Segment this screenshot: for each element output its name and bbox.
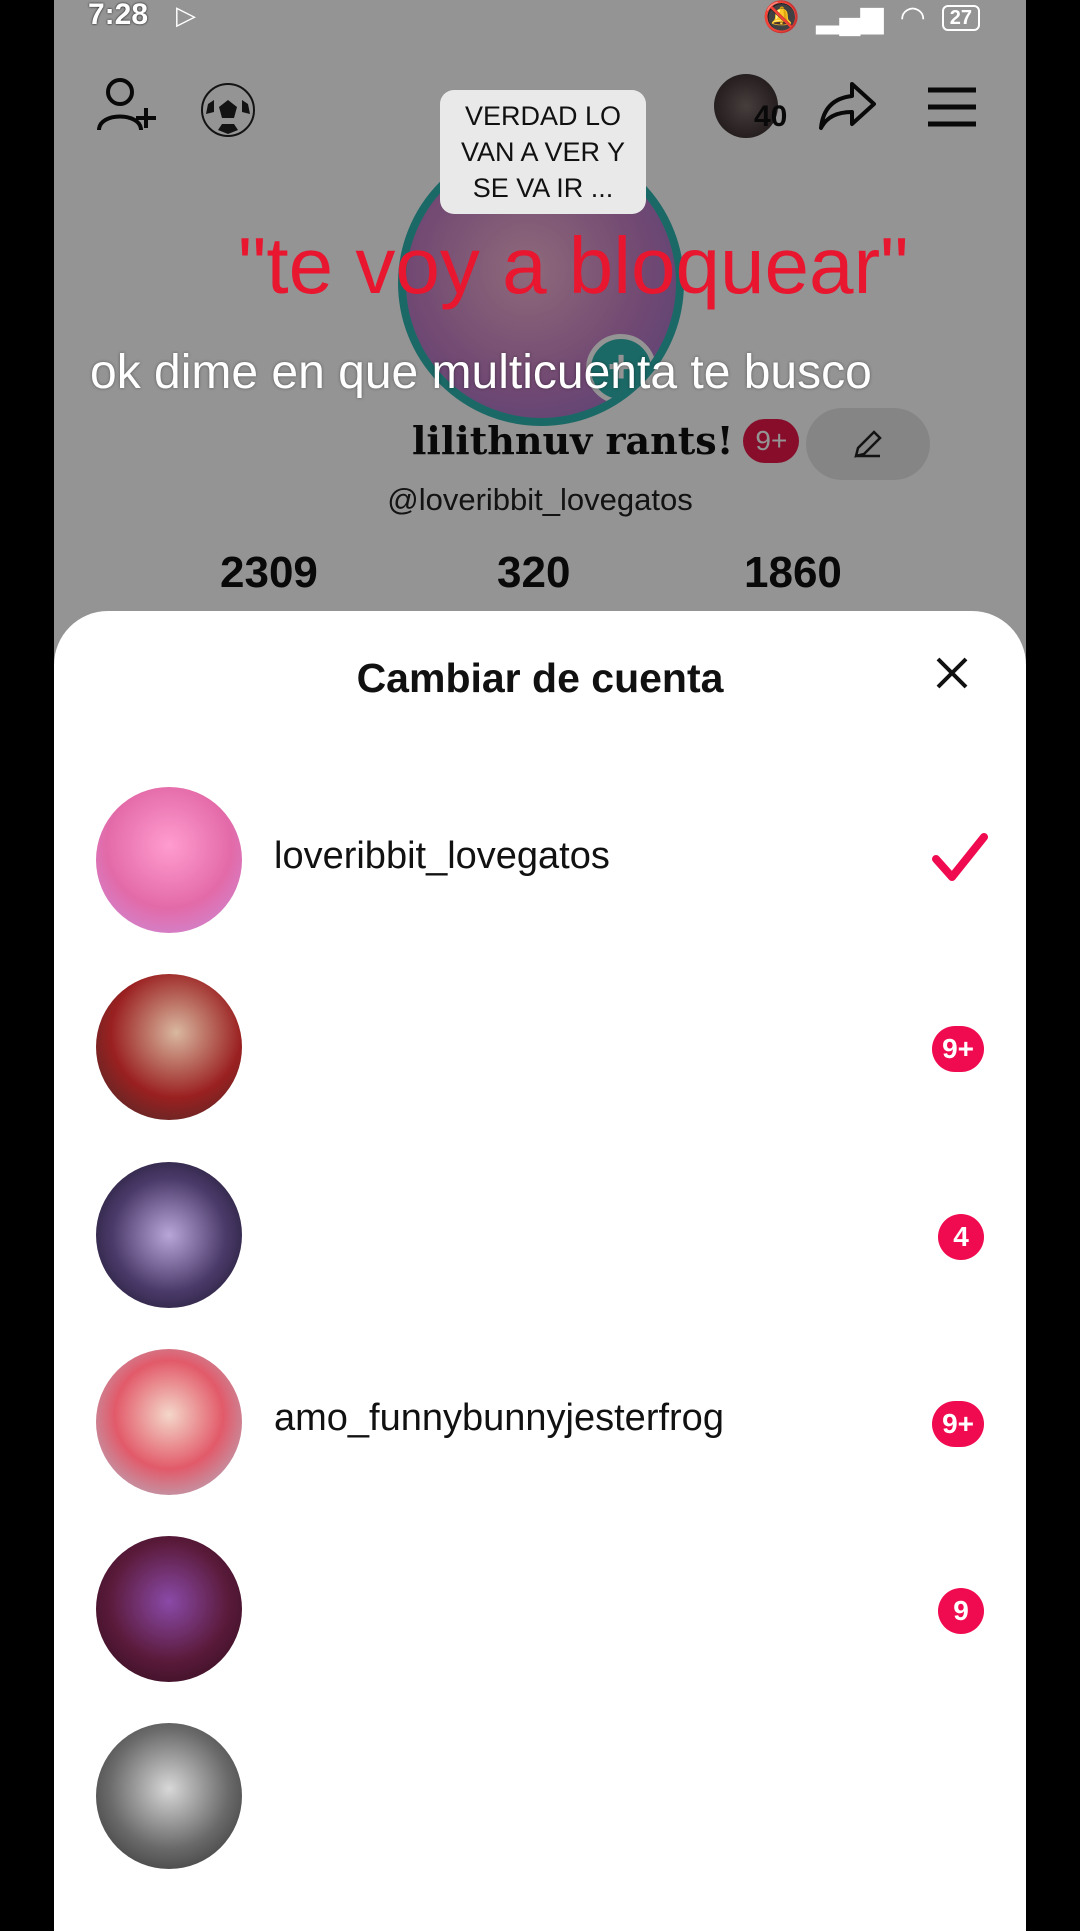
play-store-icon: ▷ [176,0,196,30]
wifi-icon: ◠ [899,1,926,34]
status-time: 7:28 [88,0,149,31]
notification-badge: 4 [938,1214,984,1260]
profile-note-text: VERDAD LO VAN A VER Y SE VA IR ... [460,101,626,203]
checkmark-icon [932,833,988,881]
close-icon[interactable] [932,653,972,693]
overlay-caption-red: "te voy a bloquear" [238,221,909,310]
account-username: loveribbit_lovegatos [274,835,610,877]
battery-indicator: 27 [941,4,980,31]
account-avatar [96,1723,242,1869]
account-row[interactable]: amo_funnybunnyjesterfrog 9+ [54,1349,1026,1497]
account-row[interactable] [54,1723,1026,1871]
account-row[interactable]: loveribbit_lovegatos [54,787,1026,935]
account-avatar [96,974,242,1120]
profile-note-bubble[interactable]: VERDAD LO VAN A VER Y SE VA IR ... [440,90,646,214]
overlay-caption-white: ok dime en que multicuenta te busco [90,346,872,399]
mute-icon: 🔕 [762,1,801,34]
account-avatar [96,1162,242,1308]
account-row[interactable]: 9 [54,1536,1026,1684]
notification-badge: 9 [938,1588,984,1634]
account-avatar [96,787,242,933]
account-row[interactable]: 4 [54,1162,1026,1310]
account-avatar [96,1536,242,1682]
notification-badge: 9+ [932,1026,984,1072]
signal-icon: ▂▄▆ [816,1,884,34]
switch-account-sheet: Cambiar de cuenta loveribbit_lovegatos 9… [54,611,1026,1931]
account-row[interactable]: 9+ [54,974,1026,1122]
notification-badge: 9+ [932,1401,984,1447]
sheet-title: Cambiar de cuenta [356,655,724,701]
status-bar: 7:28 ▷ 🔕 ▂▄▆ ◠ 27 [0,0,1080,35]
account-avatar [96,1349,242,1495]
status-icons: 🔕 ▂▄▆ ◠ 27 [763,0,980,35]
account-username: amo_funnybunnyjesterfrog [274,1397,724,1439]
